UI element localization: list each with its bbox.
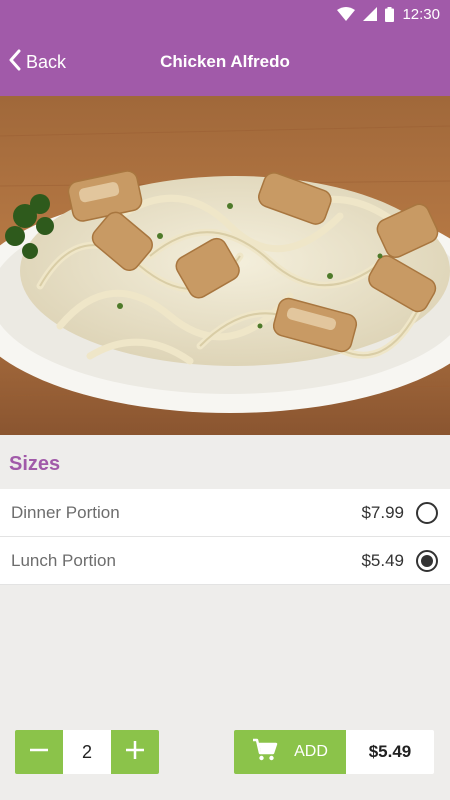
- page-title: Chicken Alfredo: [160, 52, 290, 71]
- add-to-cart-group: ADD $5.49: [234, 730, 434, 774]
- chevron-left-icon: [8, 49, 22, 76]
- size-name: Lunch Portion: [11, 550, 116, 570]
- add-label: ADD: [294, 743, 328, 760]
- signal-icon: [363, 7, 378, 21]
- quantity-stepper: 2: [15, 730, 159, 774]
- cart-icon: [252, 738, 278, 767]
- decrement-button[interactable]: [15, 730, 63, 774]
- size-options: Dinner Portion $7.99 Lunch Portion $5.49: [0, 489, 450, 585]
- battery-icon: [385, 6, 395, 22]
- radio-selected[interactable]: [416, 549, 438, 572]
- dish-photo: [0, 96, 450, 435]
- size-option-dinner[interactable]: Dinner Portion $7.99: [0, 489, 450, 537]
- radio-unselected[interactable]: [416, 501, 438, 524]
- order-bar: 2 ADD $5.49: [0, 730, 450, 774]
- add-to-cart-button[interactable]: ADD: [234, 730, 346, 774]
- size-price: $5.49: [361, 550, 404, 570]
- status-time: 12:30: [402, 5, 440, 23]
- wifi-icon: [337, 7, 356, 21]
- quantity-value: 2: [63, 730, 111, 774]
- size-name: Dinner Portion: [11, 502, 120, 522]
- minus-icon: [28, 739, 50, 766]
- radio-dot: [421, 554, 433, 567]
- sizes-heading: Sizes: [9, 453, 61, 475]
- status-bar: 12:30: [0, 0, 450, 28]
- order-total: $5.49: [346, 730, 434, 774]
- increment-button[interactable]: [111, 730, 159, 774]
- back-button[interactable]: Back: [8, 28, 66, 96]
- plus-icon: [124, 739, 146, 766]
- size-option-lunch[interactable]: Lunch Portion $5.49: [0, 537, 450, 585]
- size-price: $7.99: [361, 502, 404, 522]
- app-bar: Back Chicken Alfredo: [0, 28, 450, 96]
- back-label: Back: [26, 51, 67, 72]
